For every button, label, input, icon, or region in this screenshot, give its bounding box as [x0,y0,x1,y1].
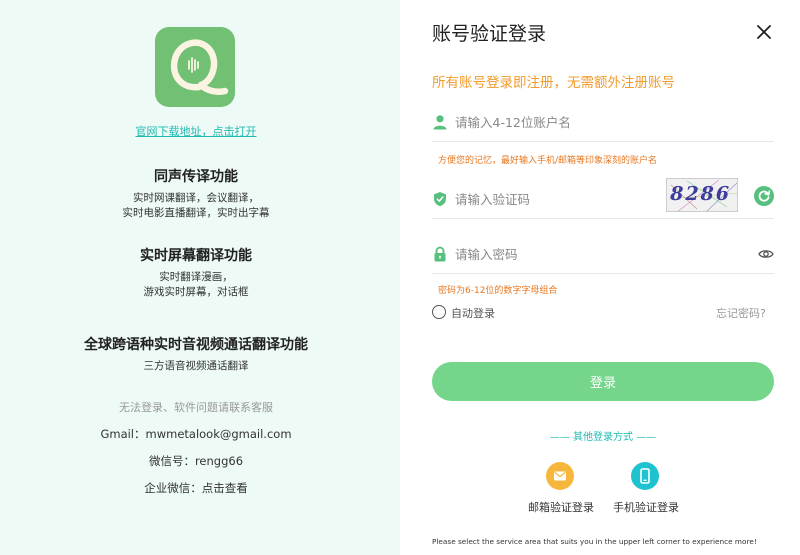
auto-login-label: 自动登录 [451,307,495,320]
other-login-methods-label: —— 其他登录方式 —— [549,432,657,443]
mail-icon[interactable] [546,462,574,490]
captcha-text: 8286 [667,183,734,205]
service-area-footer: Please select the service area that suit… [432,537,757,546]
username-input[interactable] [455,110,655,134]
feature-desc-line: 实时翻译漫画， [159,271,233,283]
support-work-wechat-link[interactable]: 企业微信：点击查看 [0,480,392,496]
lock-icon [432,246,448,262]
refresh-icon[interactable] [754,186,774,206]
feature-desc-line: 实时网课翻译，会议翻译， [133,192,259,204]
user-icon [432,114,448,130]
feature-title-simultaneous: 同声传译功能 [154,169,238,185]
support-hint: 无法登录、软件问题请联系客服 [119,401,273,414]
login-button[interactable]: 登录 [432,362,774,401]
username-hint: 方便您的记忆，最好输入手机/邮箱等印象深刻的账户名 [438,156,658,166]
password-hint: 密码为6-12位的数字字母组合 [438,286,558,296]
feature-title-call: 全球跨语种实时音视频通话翻译功能 [84,337,308,353]
password-field [432,234,774,274]
phone-login-button[interactable]: 手机验证登录 [613,499,679,515]
close-icon[interactable] [754,22,774,42]
phone-icon[interactable] [631,462,659,490]
app-logo [155,27,235,107]
captcha-input[interactable] [455,187,645,211]
login-panel: 账号验证登录 所有账号登录即注册，无需额外注册账号 方便您的记忆，最好输入手机/… [400,0,800,555]
login-subtitle: 所有账号登录即注册，无需额外注册账号 [432,75,675,91]
feature-desc-line: 三方语音视频通话翻译 [143,360,249,372]
support-email: Gmail：mwmetalook@gmail.com [100,427,292,441]
password-input[interactable] [455,242,655,266]
feature-title-screen: 实时屏幕翻译功能 [140,248,252,264]
feature-desc-line: 实时电影直播翻译，实时出字幕 [122,207,270,219]
support-wechat: 微信号：rengg66 [148,454,244,468]
forgot-password-link[interactable]: 忘记密码? [716,305,766,321]
info-panel: 官网下载地址，点击打开 同声传译功能 实时网课翻译，会议翻译， 实时电影直播翻译… [0,0,400,555]
download-link[interactable]: 官网下载地址，点击打开 [0,123,392,139]
captcha-image[interactable]: 8286 [666,178,738,212]
auto-login-radio[interactable] [432,305,446,319]
captcha-field: 8286 [432,178,774,219]
login-title: 账号验证登录 [432,23,547,45]
login-window: 官网下载地址，点击打开 同声传译功能 实时网课翻译，会议翻译， 实时电影直播翻译… [0,0,800,555]
eye-icon[interactable] [758,246,774,262]
username-field [432,102,774,142]
shield-icon [432,191,448,207]
email-login-button[interactable]: 邮箱验证登录 [528,499,594,515]
feature-desc-line: 游戏实时屏幕，对话框 [143,286,249,298]
